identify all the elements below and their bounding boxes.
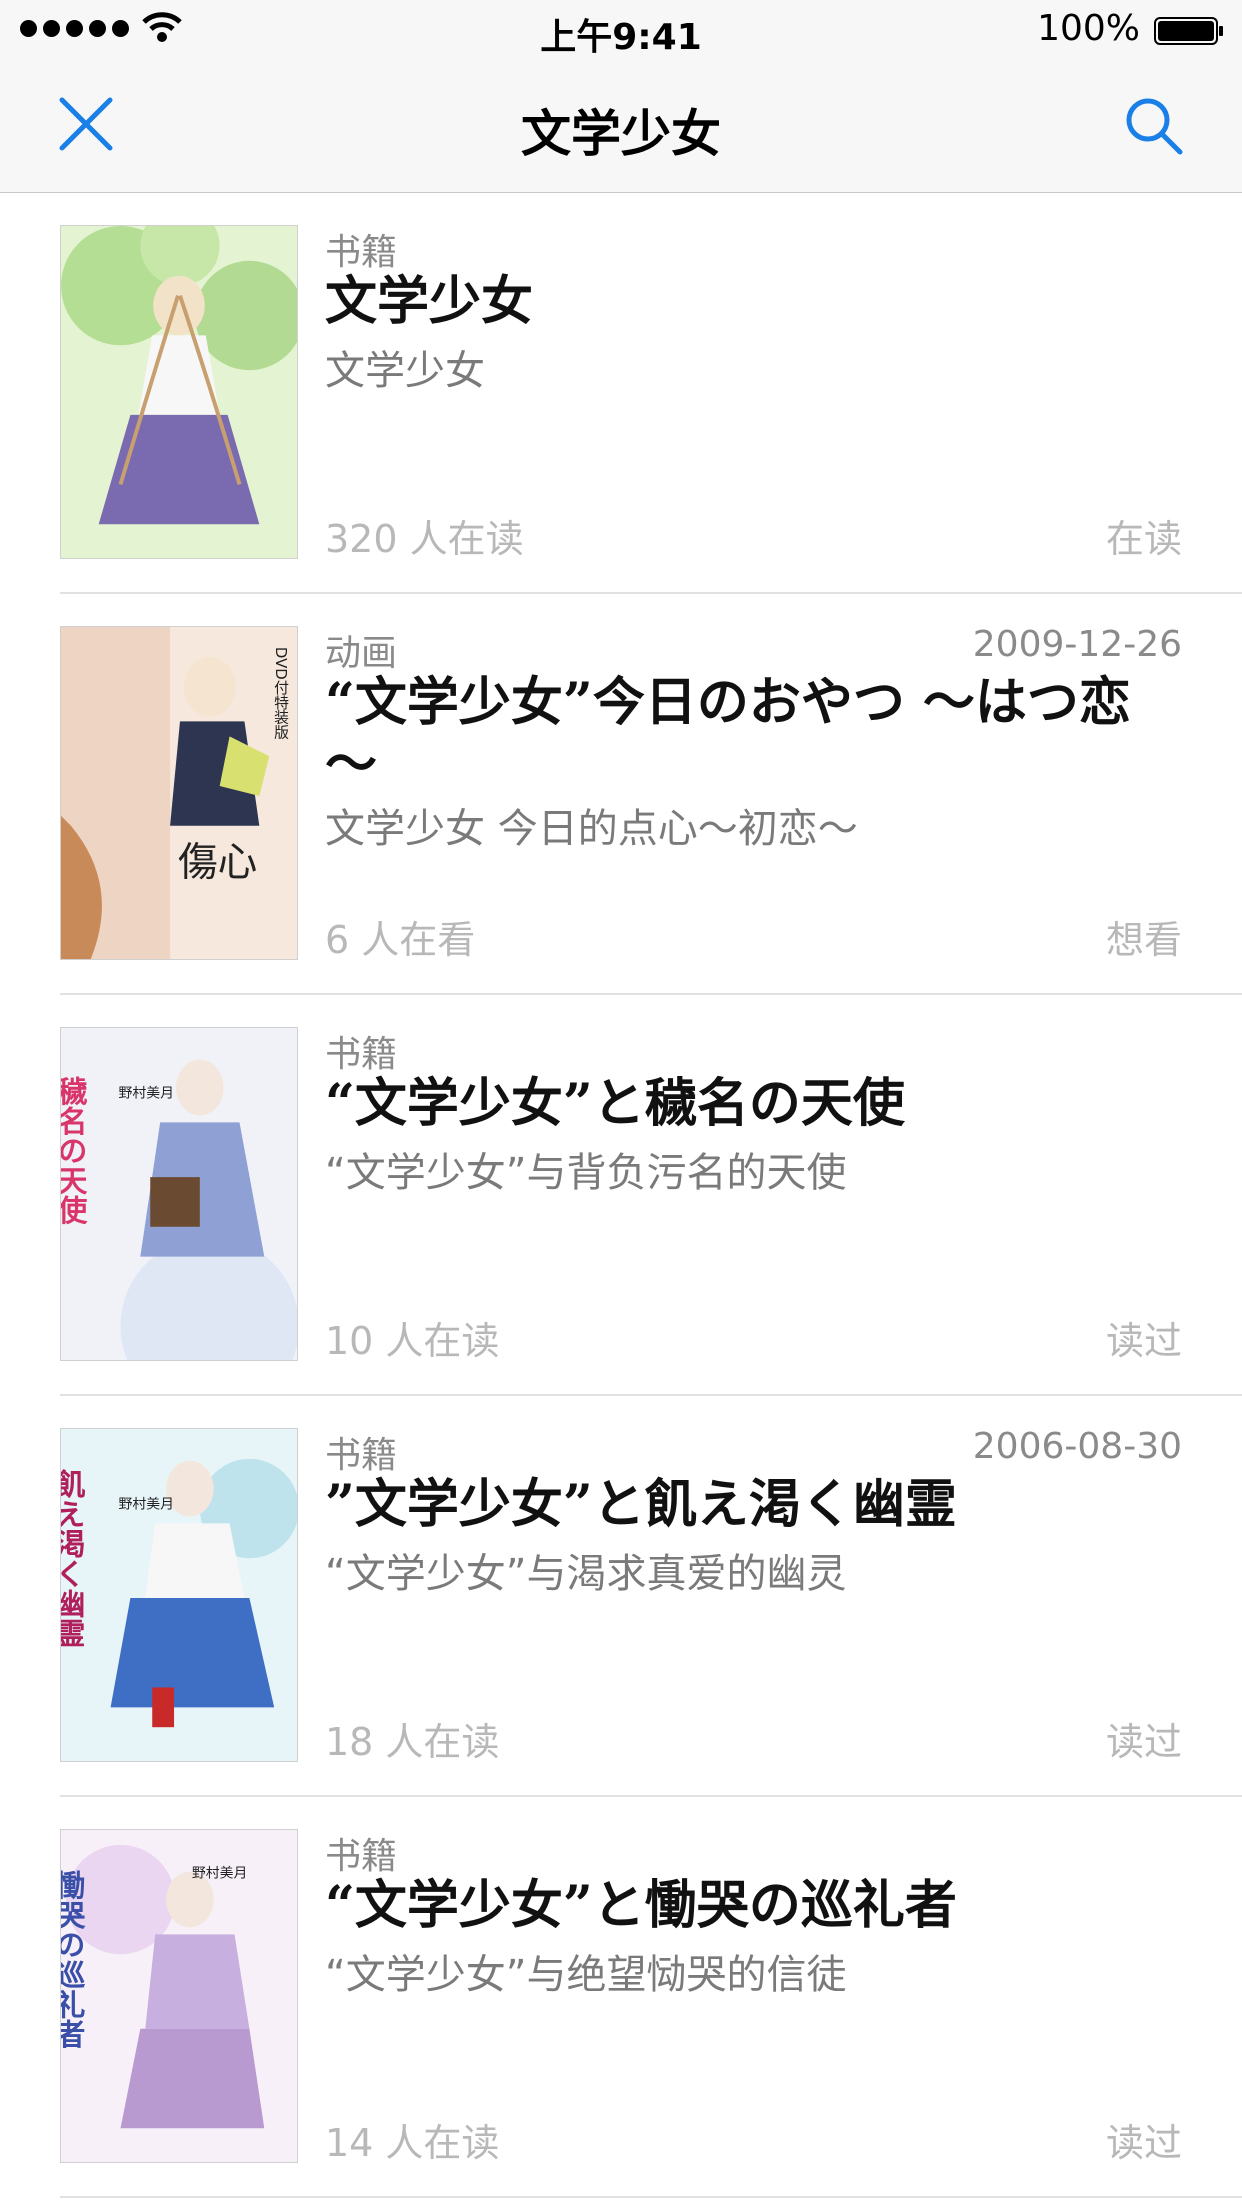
reader-count: 10 人在读 [325, 1319, 500, 1363]
cover-author-label: 野村美月 [119, 1497, 174, 1513]
watch-status[interactable]: 想看 [1106, 909, 1182, 964]
reader-count: 320 人在读 [325, 517, 524, 561]
cover-title-label: 慟哭の巡礼者 [61, 1870, 85, 2049]
cover-title-label: 穢名の天使 [61, 1076, 88, 1226]
status-bar: 上午9:41 100% [0, 0, 1242, 62]
reading-status[interactable]: 在读 [1106, 508, 1182, 563]
result-subtitle: 文学少女 今日的点心～初恋～ [325, 806, 858, 852]
result-row[interactable]: 飢え渇く幽霊 野村美月 书籍 2006-08-30 ”文学少女”と飢え渇く幽霊 … [0, 1396, 1242, 1797]
result-category: 动画 [325, 633, 398, 674]
result-title: “文学少女”と慟哭の巡礼者 [325, 1875, 957, 1936]
battery-percentage: 100% [1037, 8, 1140, 49]
result-date: 2009-12-26 [972, 624, 1182, 665]
search-icon[interactable] [1122, 94, 1186, 158]
dvd-cover-image: DVD付特装版 傷心 [60, 626, 298, 960]
result-category: 书籍 [325, 1836, 398, 1877]
result-row[interactable]: 穢名の天使 野村美月 书籍 “文学少女”と穢名の天使 “文学少女”与背负污名的天… [0, 995, 1242, 1396]
battery-icon [1154, 17, 1223, 45]
result-title: 文学少女 [325, 271, 534, 332]
page-title: 文学少女 [521, 105, 721, 163]
result-subtitle: “文学少女”与绝望恸哭的信徒 [325, 1952, 847, 1998]
reading-status[interactable]: 读过 [1106, 2112, 1182, 2167]
book-cover-image [60, 225, 298, 559]
book-cover-image: 慟哭の巡礼者 野村美月 [60, 1829, 298, 2163]
result-subtitle: “文学少女”与渴求真爱的幽灵 [325, 1551, 847, 1597]
reading-status[interactable]: 读过 [1106, 1711, 1182, 1766]
cover-title-label: 飢え渇く幽霊 [61, 1469, 85, 1648]
result-row[interactable]: 书籍 文学少女 文学少女 320 人在读 在读 [0, 193, 1242, 594]
reading-status[interactable]: 读过 [1106, 1310, 1182, 1365]
viewer-count: 6 人在看 [325, 918, 476, 962]
result-category: 书籍 [325, 232, 398, 273]
result-category: 书籍 [325, 1034, 398, 1075]
reader-count: 14 人在读 [325, 2121, 500, 2165]
result-row[interactable]: 慟哭の巡礼者 野村美月 书籍 “文学少女”と慟哭の巡礼者 “文学少女”与绝望恸哭… [0, 1797, 1242, 2198]
nav-bar: 文学少女 [0, 62, 1242, 193]
row-divider [60, 2196, 1242, 2198]
result-row[interactable]: DVD付特装版 傷心 动画 2009-12-26 “文学少女”今日のおやつ ～は… [0, 594, 1242, 995]
book-cover-image: 穢名の天使 野村美月 [60, 1027, 298, 1361]
reader-count: 18 人在读 [325, 1720, 500, 1764]
cover-title-label: 傷心 [178, 839, 257, 885]
result-category: 书籍 [325, 1435, 398, 1476]
cover-edition-label: DVD付特装版 [272, 647, 290, 741]
result-title: “文学少女”と穢名の天使 [325, 1073, 905, 1134]
result-title: “文学少女”今日のおやつ ～はつ恋～ [325, 672, 1131, 795]
book-cover-image: 飢え渇く幽霊 野村美月 [60, 1428, 298, 1762]
result-title: ”文学少女”と飢え渇く幽霊 [325, 1474, 957, 1535]
result-subtitle: “文学少女”与背负污名的天使 [325, 1150, 847, 1196]
cover-author-label: 野村美月 [192, 1866, 247, 1882]
result-subtitle: 文学少女 [325, 348, 485, 394]
results-list: 书籍 文学少女 文学少女 320 人在读 在读 DVD付特装版 傷心 动画 20… [0, 193, 1242, 2198]
cover-author-label: 野村美月 [119, 1086, 174, 1102]
result-date: 2006-08-30 [972, 1426, 1182, 1467]
